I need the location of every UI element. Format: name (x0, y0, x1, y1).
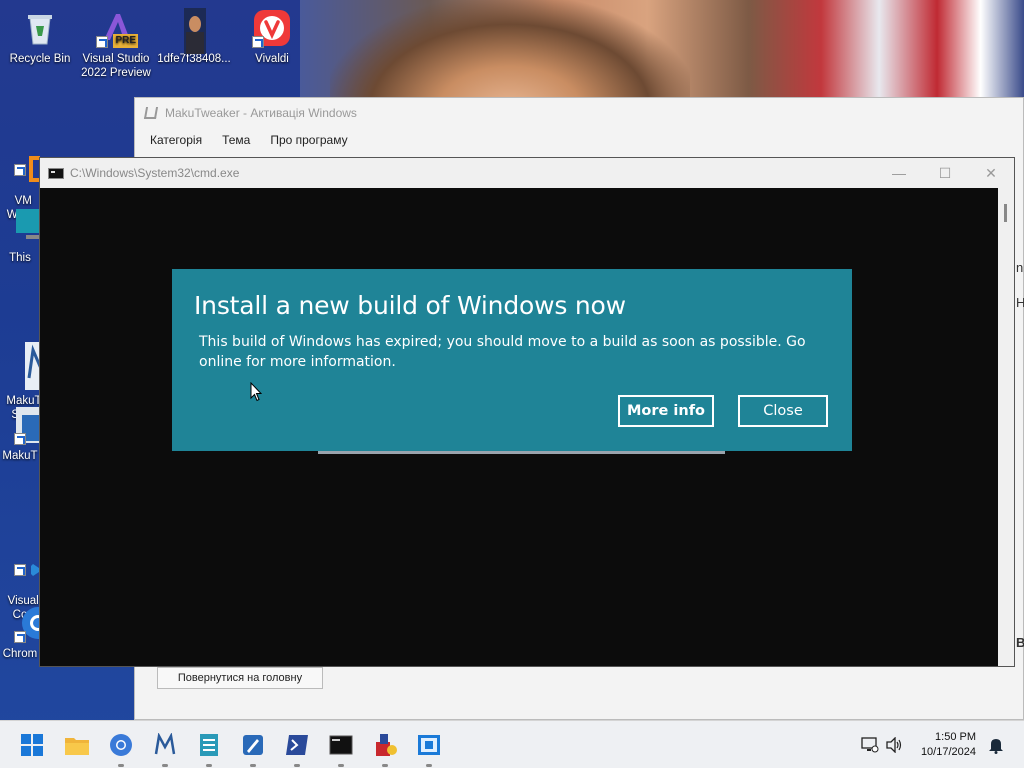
desktop-icon-label: Vivaldi (255, 53, 289, 65)
close-dialog-button[interactable]: Close (738, 395, 828, 427)
desktop-icon-this-pc[interactable]: This (0, 207, 40, 265)
progress-indicator (318, 451, 725, 454)
installer-icon (376, 734, 397, 756)
taskbar-notepad[interactable] (194, 730, 224, 767)
chromium-icon (110, 734, 132, 756)
mouse-cursor-icon (250, 382, 262, 402)
makutweaker-menu-bar: Категорія Тема Про програму (135, 128, 1023, 152)
desktop-icon-label: This (9, 252, 31, 264)
sandbox-icon (418, 735, 440, 755)
cmd-title: C:\Windows\System32\cmd.exe (70, 166, 240, 180)
desktop-icon-label: Recycle Bin (9, 53, 71, 65)
makutweaker-setup-icon (12, 328, 40, 390)
desktop-icon-chrome[interactable]: Chrom (0, 603, 40, 661)
recycle-bin-icon (20, 8, 60, 48)
taskbar-sandbox[interactable] (414, 730, 444, 767)
makutweaker-title: MakuTweaker - Активація Windows (165, 106, 357, 120)
start-icon (21, 734, 43, 756)
shortcut-arrow-icon (14, 433, 26, 445)
taskbar-chromium[interactable] (106, 730, 136, 767)
desktop-icon-label: Chrom (2, 648, 38, 660)
dialog-title: Install a new build of Windows now (194, 291, 626, 320)
running-indicator (118, 764, 124, 767)
maximize-button[interactable]: ☐ (922, 158, 968, 188)
taskbar-paint[interactable] (238, 730, 268, 767)
back-to-home-button[interactable]: Повернутися на головну (157, 667, 323, 689)
running-indicator (162, 764, 168, 767)
desktop-icon-visual-studio[interactable]: PRE Visual Studio 2022 Preview (78, 8, 154, 80)
volume-icon[interactable] (885, 737, 903, 753)
makutweaker-titlebar[interactable]: MakuTweaker - Активація Windows (135, 98, 1023, 128)
minimize-button[interactable]: — (876, 158, 922, 188)
terminal-icon (329, 735, 353, 755)
paint-icon (243, 735, 263, 755)
desktop-icon-image-file[interactable]: 1dfe7f38408... (156, 8, 232, 66)
desktop-icon-makutweaker-setup[interactable]: MakuT Set (0, 300, 40, 422)
clock-time: 1:50 PM (935, 731, 976, 743)
menu-category[interactable]: Категорія (150, 133, 202, 147)
visual-studio-icon: PRE (96, 8, 138, 48)
desktop-icon-label: MakuT (2, 450, 38, 462)
clock[interactable]: 1:50 PM 10/17/2024 (921, 730, 976, 760)
desktop-icon-recycle-bin[interactable]: Recycle Bin (2, 8, 78, 66)
taskbar-makutweaker[interactable] (150, 730, 180, 767)
powershell-icon (286, 735, 308, 755)
taskbar: 1:50 PM 10/17/2024 (0, 720, 1024, 768)
cmd-icon (48, 167, 64, 179)
running-indicator (250, 764, 256, 767)
desktop-icon-makutweaker[interactable]: MakuT (0, 405, 40, 463)
taskbar-installer[interactable] (370, 730, 400, 767)
makutweaker-icon (154, 733, 176, 755)
clipped-text: n (1016, 260, 1024, 275)
desktop-icon-vivaldi[interactable]: Vivaldi (234, 8, 310, 66)
clipped-text: H (1016, 295, 1024, 310)
close-button[interactable]: ✕ (968, 158, 1014, 188)
wallpaper-portrait (330, 0, 690, 100)
more-info-button[interactable]: More info (618, 395, 714, 427)
scrollbar-thumb[interactable] (1004, 204, 1007, 222)
running-indicator (426, 764, 432, 767)
taskbar-powershell[interactable] (282, 730, 312, 767)
cmd-scrollbar[interactable] (998, 188, 1014, 666)
shortcut-arrow-icon (14, 164, 26, 176)
clipped-text: B (1016, 635, 1024, 650)
menu-about[interactable]: Про програму (270, 133, 347, 147)
makutweaker-icon (14, 405, 40, 445)
running-indicator (382, 764, 388, 767)
desktop-icon-label: Visual Studio 2022 Preview (81, 53, 151, 79)
running-indicator (206, 764, 212, 767)
network-icon[interactable] (861, 737, 879, 753)
desktop-icon-label: 1dfe7f38408... (157, 53, 231, 65)
shortcut-arrow-icon (14, 564, 26, 576)
preview-badge: PRE (113, 34, 138, 48)
dialog-message: This build of Windows has expired; you s… (199, 334, 806, 370)
vscode-icon (14, 536, 40, 576)
makutweaker-logo-icon (143, 107, 159, 119)
notepad-icon (200, 734, 218, 756)
vivaldi-icon (252, 8, 292, 48)
chrome-icon (14, 603, 40, 643)
shortcut-arrow-icon (252, 36, 264, 48)
system-tray: 1:50 PM 10/17/2024 (861, 721, 1024, 768)
desktop-icon-vmware[interactable]: VM Work (0, 108, 40, 222)
notification-bell-icon[interactable] (988, 736, 1004, 754)
vmware-icon (14, 136, 40, 190)
clock-date: 10/17/2024 (920, 746, 976, 758)
running-indicator (338, 764, 344, 767)
taskbar-terminal[interactable] (326, 730, 356, 767)
taskbar-file-explorer[interactable] (62, 730, 92, 760)
this-pc-icon (14, 207, 40, 247)
running-indicator (294, 764, 300, 767)
build-expired-dialog: Install a new build of Windows now This … (172, 269, 852, 451)
file-explorer-icon (65, 738, 89, 755)
image-file-icon (174, 8, 214, 54)
cmd-titlebar[interactable]: C:\Windows\System32\cmd.exe — ☐ ✕ (40, 158, 1014, 188)
shortcut-arrow-icon (14, 631, 26, 643)
shortcut-arrow-icon (96, 36, 108, 48)
start-button[interactable] (17, 730, 47, 760)
menu-theme[interactable]: Тема (222, 133, 250, 147)
